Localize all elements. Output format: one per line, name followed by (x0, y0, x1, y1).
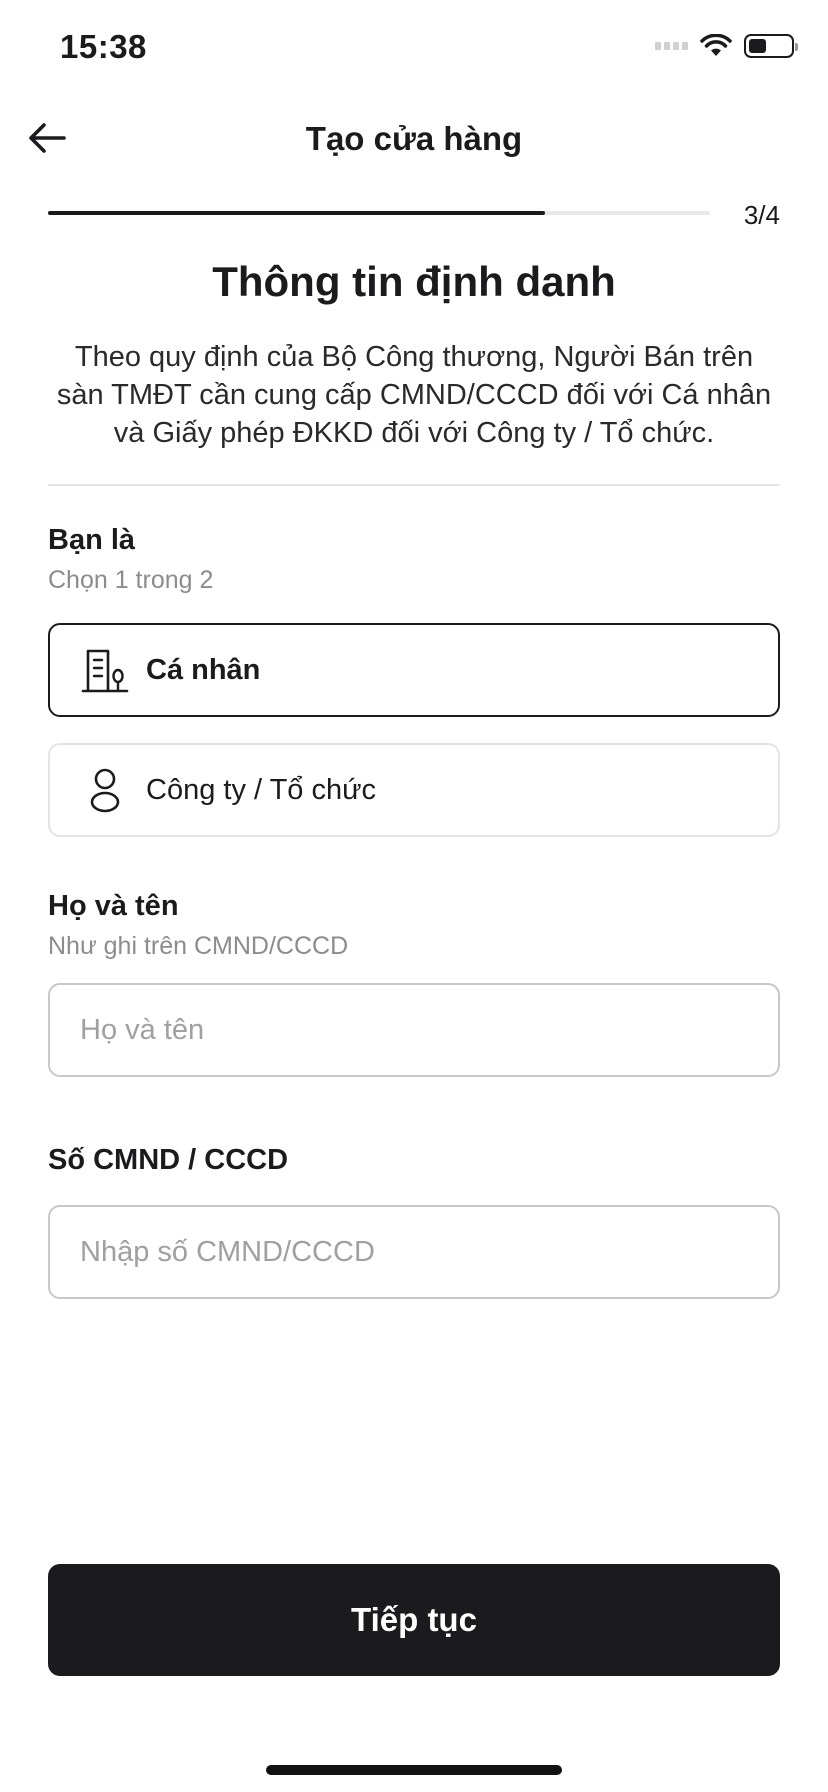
battery-icon (744, 34, 798, 58)
full-name-hint: Như ghi trên CMND/CCCD (48, 932, 349, 960)
option-company-label: Công ty / Tổ chức (146, 773, 377, 806)
create-store-screen: 15:38 Tạo cửa hàng 3/4 Thông tin định da… (0, 0, 828, 1792)
divider (48, 484, 780, 486)
battery-fill (749, 39, 766, 53)
page-title: Tạo cửa hàng (305, 120, 523, 157)
signal-icon (655, 42, 688, 50)
person-icon (90, 768, 120, 813)
status-icons (655, 34, 798, 58)
progress-bar (48, 211, 710, 215)
option-company[interactable]: Công ty / Tổ chức (48, 743, 780, 837)
status-time: 15:38 (60, 28, 147, 65)
progress-fill (48, 211, 545, 215)
seller-type-hint: Chọn 1 trong 2 (48, 566, 214, 594)
full-name-input[interactable] (48, 983, 780, 1077)
option-individual[interactable]: Cá nhân (48, 623, 780, 717)
section-description: Theo quy định của Bộ Công thương, Người … (56, 341, 772, 449)
building-icon (81, 649, 129, 693)
seller-type-label: Bạn là (48, 524, 136, 556)
continue-button[interactable]: Tiếp tục (48, 1564, 780, 1676)
home-indicator (266, 1765, 562, 1775)
wifi-icon (700, 34, 732, 56)
progress-step-label: 3/4 (743, 200, 780, 230)
id-number-label: Số CMND / CCCD (48, 1144, 289, 1176)
option-individual-label: Cá nhân (146, 653, 261, 686)
section-title: Thông tin định danh (212, 258, 616, 305)
full-name-label: Họ và tên (48, 890, 179, 922)
id-number-input[interactable] (48, 1205, 780, 1299)
